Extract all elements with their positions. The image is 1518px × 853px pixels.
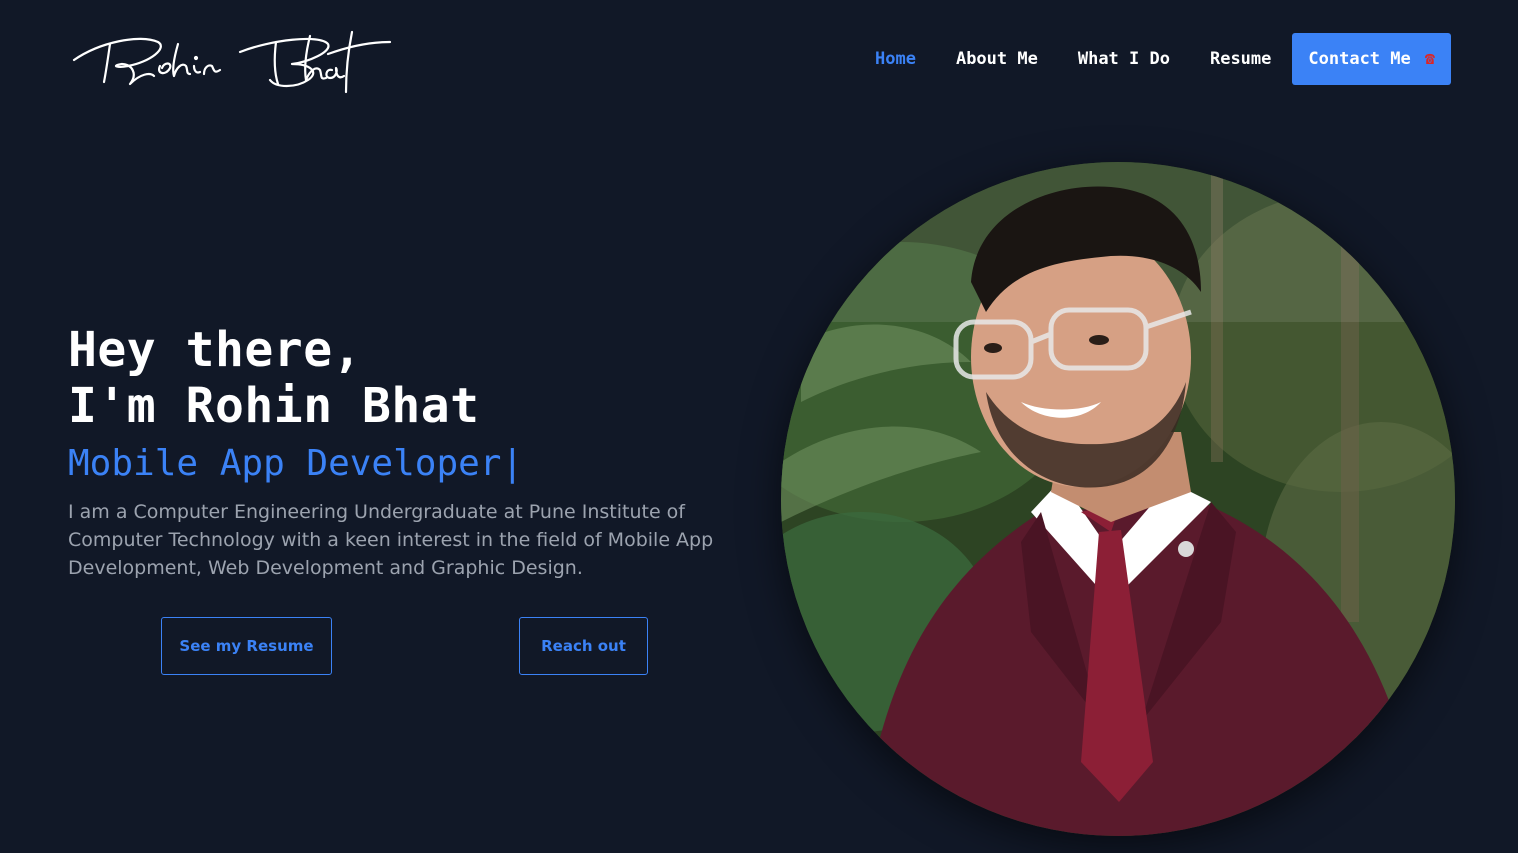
role-typewriter: Mobile App Developer| [68, 440, 748, 488]
phone-icon: ☎ [1424, 49, 1435, 69]
nav-home[interactable]: Home [855, 33, 936, 85]
signature-logo[interactable] [70, 22, 395, 96]
greeting-line-2: I'm Rohin Bhat [68, 378, 480, 434]
greeting-line-1: Hey there, [68, 322, 362, 378]
profile-photo [781, 162, 1455, 836]
nav-resume[interactable]: Resume [1190, 33, 1291, 85]
typing-cursor: | [501, 443, 524, 484]
portfolio-page: Home About Me What I Do Resume Contact M… [0, 0, 1518, 853]
hero-section: Hey there, I'm Rohin Bhat Mobile App Dev… [68, 322, 748, 582]
see-resume-button[interactable]: See my Resume [161, 617, 332, 675]
reach-out-button[interactable]: Reach out [519, 617, 648, 675]
role-text: Mobile App Developer [68, 443, 502, 484]
profile-photo-illustration [781, 162, 1455, 836]
contact-me-label: Contact Me [1308, 49, 1411, 69]
contact-me-button[interactable]: Contact Me ☎ [1292, 33, 1451, 85]
nav-about-me[interactable]: About Me [936, 33, 1058, 85]
main-nav: Home About Me What I Do Resume Contact M… [855, 33, 1451, 85]
bio-text: I am a Computer Engineering Undergraduat… [68, 501, 714, 579]
nav-what-i-do[interactable]: What I Do [1058, 33, 1190, 85]
hero-heading: Hey there, I'm Rohin Bhat [68, 322, 748, 434]
